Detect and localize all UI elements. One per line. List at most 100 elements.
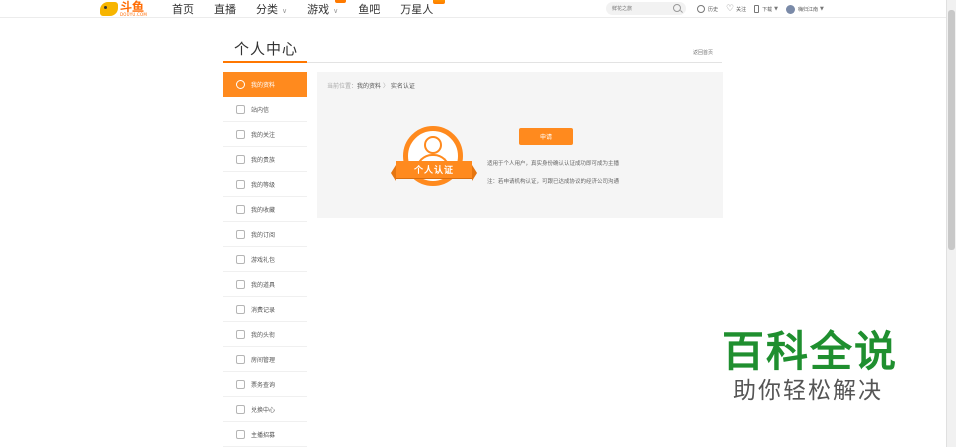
nav-live[interactable]: 直播 [214,1,236,17]
caret-down-icon: ▼ [820,6,824,12]
crown-icon [236,154,245,164]
sidebar-item-recruit[interactable]: 主播招募 [223,422,307,447]
gift-icon [236,254,245,264]
sidebar-item-subscriptions[interactable]: 我的订阅 [223,222,307,247]
breadcrumb-prefix: 当前位置： [327,83,358,90]
nav-games[interactable]: 游戏 ∨ [307,0,347,17]
person-head-icon [424,136,442,154]
nav-wanxingren-label: 万星人 [400,3,434,16]
sidebar-item-label: 我的道具 [251,281,276,289]
divider [307,62,722,63]
apply-button[interactable]: 申请 [519,128,573,145]
sidebar-item-exchange[interactable]: 兑换中心 [223,397,307,422]
vertical-scrollbar[interactable] [946,0,956,447]
fish-logo-icon [100,2,118,16]
watermark-title: 百科全说 [722,327,899,376]
sidebar-item-favorites[interactable]: 我的收藏 [223,197,307,222]
sidebar-item-label: 我的头衔 [251,331,276,339]
nav-wanxingren[interactable]: 万星人 [400,0,446,17]
sidebar-item-label: 我的收藏 [251,206,276,214]
sidebar-item-room-manage[interactable]: 房间管理 [223,347,307,372]
bag-icon [236,279,245,289]
ticket-icon [236,379,245,389]
new-badge-icon [433,0,446,4]
heart-icon: ♡ [726,3,735,14]
sidebar-item-label: 主播招募 [251,431,276,439]
medal-icon [236,329,245,339]
heart-icon [236,129,245,139]
search-box [606,2,686,15]
breadcrumb-current: 实名认证 [390,83,415,90]
history-link[interactable]: 历史 [697,5,718,13]
main-nav: 首页 直播 分类 ∨ 游戏 ∨ 鱼吧 万星人 [172,0,453,18]
sidebar-item-game-gifts[interactable]: 游戏礼包 [223,247,307,272]
follow-link[interactable]: ♡ 关注 [726,3,747,14]
nav-home[interactable]: 首页 [172,1,194,17]
username: 嗨归江南 [797,6,818,13]
caret-down-icon: ▼ [774,6,778,12]
nav-fishbar[interactable]: 鱼吧 [358,1,380,17]
follow-label: 关注 [736,6,747,13]
subscribe-icon [236,229,245,239]
back-home-link[interactable]: 返回首页 [693,49,713,56]
scrollbar-thumb[interactable] [948,10,955,250]
download-link[interactable]: 下载 ▼ [754,5,778,13]
user-menu[interactable]: 嗨归江南 ▼ [785,4,824,14]
breadcrumb-parent[interactable]: 我的资料 [357,83,381,90]
nav-category[interactable]: 分类 ∨ [256,1,287,17]
sidebar-item-label: 兑换中心 [251,406,276,414]
sidebar-item-label: 我的等级 [251,181,276,189]
mail-icon [236,104,245,114]
home-icon [236,354,245,364]
user-icon [236,79,245,89]
star-icon [236,204,245,214]
phone-icon [754,5,760,13]
record-icon [236,304,245,314]
title-underline [223,61,307,63]
recruit-icon [236,429,245,439]
chevron-down-icon: ∨ [282,7,288,15]
search-input[interactable] [612,2,670,15]
top-navigation-bar: 斗鱼 DOUYU.COM 首页 直播 分类∨ 游戏∨ 鱼吧 万星人 历史 ♡关注… [0,0,946,18]
sidebar-item-level[interactable]: 我的等级 [223,172,307,197]
nav-category-label: 分类 [256,3,278,16]
sidebar-item-nobility[interactable]: 我的贵族 [223,147,307,172]
sidebar-item-label: 游戏礼包 [251,256,276,264]
douyu-logo[interactable]: 斗鱼 DOUYU.COM [100,0,147,18]
sidebar-item-messages[interactable]: 站内信 [223,97,307,122]
logo-subtitle: DOUYU.COM [120,12,147,17]
hot-badge-icon [335,0,347,3]
nav-games-label: 游戏 [307,3,330,16]
download-label: 下载 [762,6,773,13]
chevron-down-icon: ∨ [333,7,339,15]
exchange-icon [236,404,245,414]
sidebar-item-label: 我的贵族 [251,156,276,164]
sidebar-item-label: 我的订阅 [251,231,276,239]
sidebar: 我的资料 站内信 我的关注 我的贵族 我的等级 我的收藏 我的订阅 游戏礼包 我… [223,72,307,447]
sidebar-item-label: 票务查询 [251,381,276,389]
sidebar-item-profile[interactable]: 我的资料 [223,72,307,97]
top-right-menu: 历史 ♡ 关注 下载 ▼ 嗨归江南 ▼ [697,0,832,18]
sidebar-item-label: 房间管理 [251,356,276,364]
history-label: 历史 [708,6,719,13]
sidebar-item-spending[interactable]: 消费记录 [223,297,307,322]
breadcrumb-separator: 〉 [382,83,389,90]
clock-icon [697,5,705,13]
sidebar-item-label: 站内信 [251,106,270,114]
sidebar-item-titles[interactable]: 我的头衔 [223,322,307,347]
level-icon [236,179,245,189]
badge-ribbon: 个人认证 [391,161,477,181]
watermark-subtitle: 助你轻松解决 [733,378,883,404]
page-title: 个人中心 [234,40,299,58]
verification-note: 注：若申请机构认证，可跟已达成协议的经济公司沟通 [487,179,620,185]
breadcrumb: 当前位置：我的资料 〉 实名认证 [327,81,415,90]
sidebar-item-tickets[interactable]: 票务查询 [223,372,307,397]
sidebar-item-label: 我的资料 [251,81,276,89]
sidebar-item-props[interactable]: 我的道具 [223,272,307,297]
sidebar-item-label: 我的关注 [251,131,276,139]
avatar [785,4,795,14]
sidebar-item-label: 消费记录 [251,306,276,314]
verification-description: 适用于个人用户，真实身份确认认证成功即可成为主播 [487,161,620,167]
sidebar-item-following[interactable]: 我的关注 [223,122,307,147]
search-icon[interactable] [673,4,681,12]
